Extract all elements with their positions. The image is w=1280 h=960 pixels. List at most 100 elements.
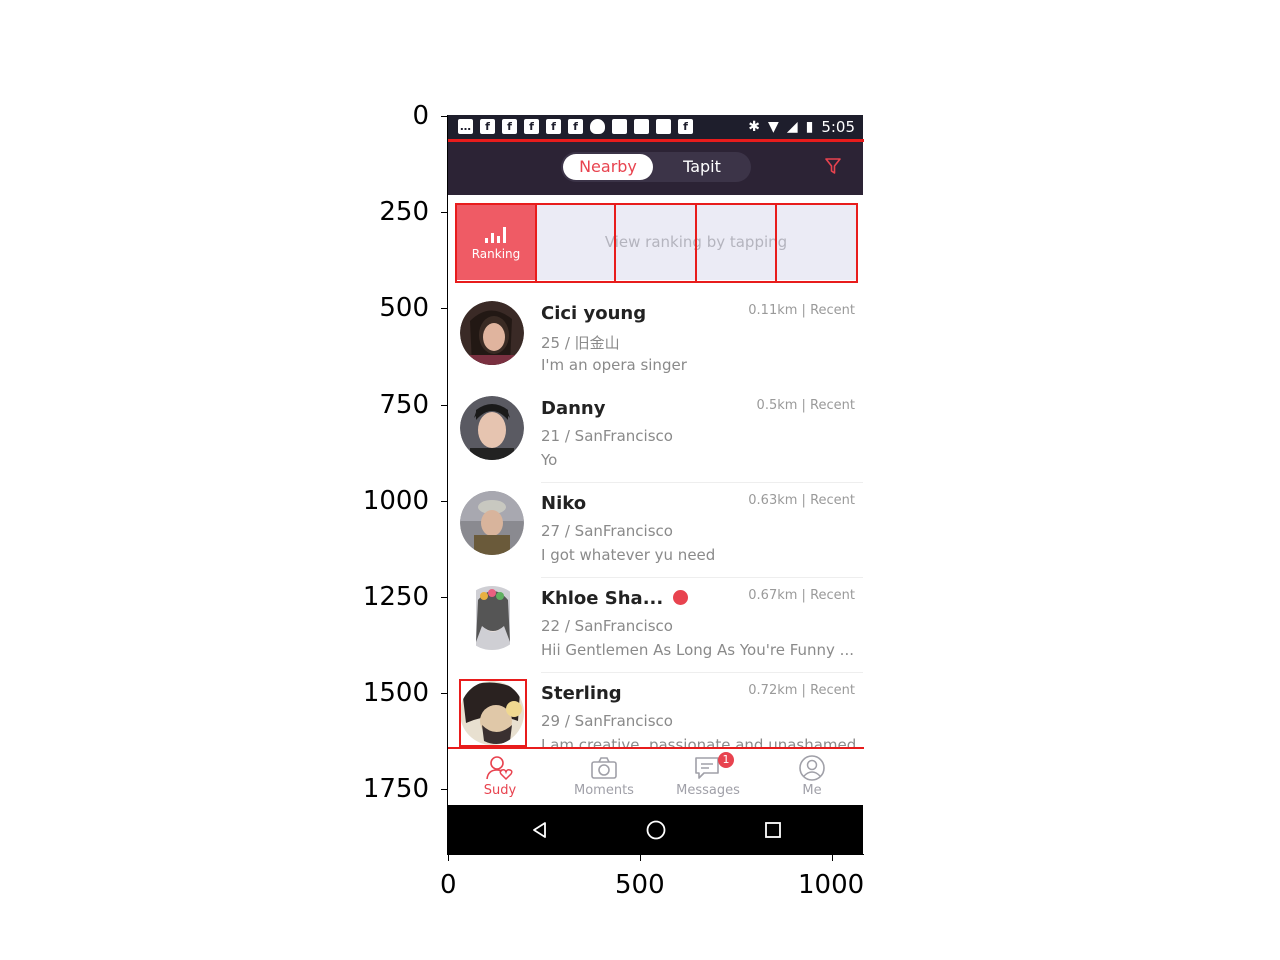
user-bio: Hii Gentlemen As Long As You're Funny ..… xyxy=(541,641,854,659)
tab-messages[interactable]: 1 Messages xyxy=(656,749,760,806)
battery-icon: ▮ xyxy=(805,119,814,135)
segmented-tabs: Nearby Tapit xyxy=(561,152,751,182)
tab-label: Messages xyxy=(676,783,740,798)
x-tick xyxy=(448,855,449,861)
user-meta: 21 / SanFrancisco xyxy=(541,427,673,445)
x-tick-label: 1000 xyxy=(798,870,865,900)
user-name: Sterling xyxy=(541,683,622,704)
avatar xyxy=(460,586,524,650)
y-tick xyxy=(441,116,447,117)
top-header: Nearby Tapit xyxy=(448,141,863,195)
status-time: 5:05 xyxy=(821,118,855,136)
wifi-icon: ▼ xyxy=(768,119,779,135)
y-tick xyxy=(441,212,447,213)
y-tick-label: 1000 xyxy=(362,486,429,516)
x-tick xyxy=(640,855,641,861)
x-axis-line xyxy=(447,854,864,855)
y-tick xyxy=(441,308,447,309)
facebook-icon: f xyxy=(524,119,539,134)
bottom-tab-bar: Sudy Moments 1 Messages Me xyxy=(448,748,863,806)
y-tick xyxy=(441,501,447,502)
status-bar: … f f f f f f ✱ ▼ ◢ ▮ 5:05 xyxy=(448,115,863,139)
tab-label: Moments xyxy=(574,783,634,798)
ranking-hint: View ranking by tapping xyxy=(604,233,788,251)
recents-icon[interactable] xyxy=(763,820,783,840)
x-tick-label: 0 xyxy=(440,870,457,900)
y-tick-label: 0 xyxy=(412,101,429,131)
user-name: Niko xyxy=(541,493,587,514)
avatar xyxy=(460,301,524,365)
tab-tapit[interactable]: Tapit xyxy=(657,154,747,180)
user-distance: 0.63km | Recent xyxy=(748,493,855,508)
y-tick-label: 1500 xyxy=(362,678,429,708)
avatar xyxy=(460,681,524,745)
signal-off-icon: ◢ xyxy=(786,119,798,135)
phone-screen: … f f f f f f ✱ ▼ ◢ ▮ 5:05 Nearby Tapit xyxy=(448,115,863,854)
bluetooth-icon: ✱ xyxy=(748,119,761,135)
y-tick xyxy=(441,405,447,406)
user-distance: 0.72km | Recent xyxy=(748,683,855,698)
user-meta: 29 / SanFrancisco xyxy=(541,712,673,730)
ranking-button[interactable]: Ranking xyxy=(456,204,536,280)
chat-icon: … xyxy=(458,119,473,134)
tab-label: Sudy xyxy=(483,783,517,798)
ranking-banner[interactable]: Ranking View ranking by tapping xyxy=(456,204,856,280)
user-name: Cici young xyxy=(541,303,647,324)
list-item[interactable]: Khloe Sha... 0.67km | Recent 22 / SanFra… xyxy=(448,578,863,673)
facebook-icon: f xyxy=(480,119,495,134)
tab-label: Me xyxy=(802,783,822,798)
camera-icon xyxy=(591,757,617,779)
y-tick xyxy=(441,693,447,694)
tab-sudy[interactable]: Sudy xyxy=(448,749,552,806)
person-icon xyxy=(799,755,825,781)
user-bio: Yo xyxy=(541,451,558,469)
bag-icon xyxy=(634,119,649,134)
y-tick-label: 250 xyxy=(379,197,429,227)
heart-person-icon xyxy=(486,756,513,781)
user-bio: I got whatever yu need xyxy=(541,546,716,564)
y-tick xyxy=(441,597,447,598)
user-distance: 0.5km | Recent xyxy=(756,398,855,413)
y-tick-label: 500 xyxy=(379,293,429,323)
user-distance: 0.11km | Recent xyxy=(748,303,855,318)
y-tick-label: 1750 xyxy=(362,774,429,804)
user-name-text: Khloe Sha... xyxy=(541,588,664,609)
user-bio: I'm an opera singer xyxy=(541,356,687,374)
tab-nearby[interactable]: Nearby xyxy=(563,154,653,180)
user-meta: 27 / SanFrancisco xyxy=(541,522,673,540)
ranking-label: Ranking xyxy=(471,247,521,261)
news-icon xyxy=(656,119,671,134)
user-meta: 25 / 旧金山 xyxy=(541,334,620,352)
y-tick-label: 750 xyxy=(379,390,429,420)
y-tick-label: 1250 xyxy=(362,582,429,612)
tab-me[interactable]: Me xyxy=(760,749,863,806)
back-icon[interactable] xyxy=(530,820,550,840)
avatar xyxy=(460,491,524,555)
user-name: Danny xyxy=(541,398,606,419)
shield-icon xyxy=(590,119,605,134)
notification-icons: … f f f f f f xyxy=(458,119,693,134)
facebook-icon: f xyxy=(546,119,561,134)
x-tick xyxy=(832,855,833,861)
bar-chart-icon xyxy=(485,227,506,243)
filter-icon[interactable] xyxy=(825,158,841,178)
y-tick xyxy=(441,789,447,790)
list-item[interactable]: Cici young 0.11km | Recent 25 / 旧金山 I'm … xyxy=(448,293,863,388)
user-meta: 22 / SanFrancisco xyxy=(541,617,673,635)
facebook-icon: f xyxy=(568,119,583,134)
list-item[interactable]: Niko 0.63km | Recent 27 / SanFrancisco I… xyxy=(448,483,863,578)
list-item[interactable]: Danny 0.5km | Recent 21 / SanFrancisco Y… xyxy=(448,388,863,483)
unread-badge: 1 xyxy=(718,752,734,768)
system-nav-bar xyxy=(448,805,863,854)
system-icons: ✱ ▼ ◢ ▮ 5:05 xyxy=(748,118,855,136)
home-icon[interactable] xyxy=(645,819,667,841)
tab-moments[interactable]: Moments xyxy=(552,749,656,806)
card-icon xyxy=(612,119,627,134)
user-name: Khloe Sha... xyxy=(541,588,689,609)
facebook-icon: f xyxy=(678,119,693,134)
avatar xyxy=(460,396,524,460)
x-tick-label: 500 xyxy=(615,870,665,900)
hot-badge-icon xyxy=(673,589,689,605)
user-distance: 0.67km | Recent xyxy=(748,588,855,603)
facebook-icon: f xyxy=(502,119,517,134)
